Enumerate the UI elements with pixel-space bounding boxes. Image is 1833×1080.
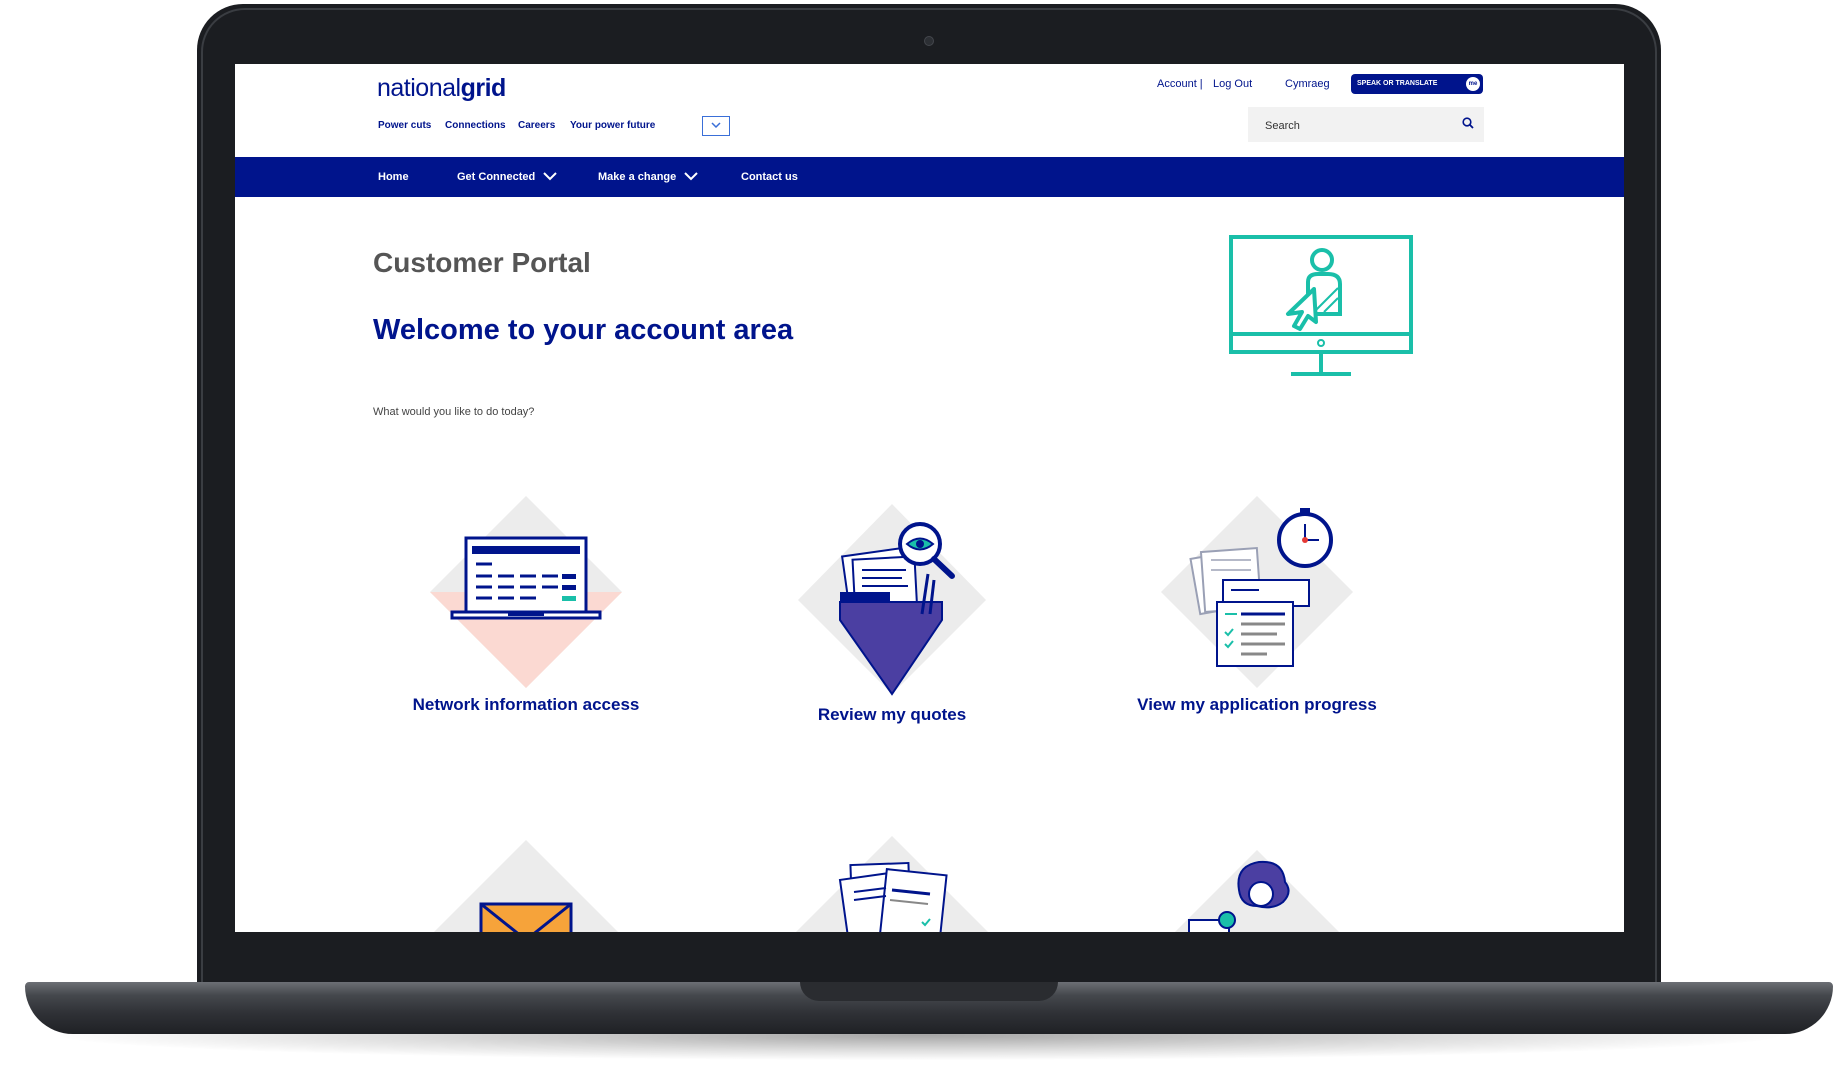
tile-person[interactable] [1127, 850, 1387, 932]
stopwatch-documents-icon [1161, 496, 1353, 688]
tile-label: Network information access [412, 695, 640, 714]
main-nav-contact-us[interactable]: Contact us [741, 157, 798, 197]
tile-label: View my application progress [1137, 695, 1377, 714]
envelope-icon [434, 840, 618, 932]
page-subtitle: What would you like to do today? [373, 406, 535, 418]
documents-icon [796, 836, 988, 932]
main-nav: Home Get Connected Make a change Contact… [235, 157, 1624, 197]
speak-or-translate-button[interactable]: SPEAK OR TRANSLATE me [1351, 74, 1483, 94]
main-nav-make-a-change[interactable]: Make a change [598, 157, 698, 197]
util-nav-more-toggle[interactable] [702, 116, 730, 136]
tile-art [762, 504, 1022, 704]
util-nav-connections[interactable]: Connections [445, 120, 506, 131]
national-grid-logo[interactable]: nationalgrid [377, 74, 506, 103]
logo-text-bold: grid [460, 74, 507, 102]
util-nav-your-power-future[interactable]: Your power future [570, 120, 655, 131]
search-field[interactable] [1248, 107, 1484, 144]
logo-text-regular: national [377, 74, 461, 102]
browser-viewport: nationalgrid Account | Log Out Cymraeg S… [235, 64, 1624, 932]
tile-art [1127, 850, 1387, 932]
main-nav-get-connected[interactable]: Get Connected [457, 157, 557, 197]
tile-review-my-quotes[interactable]: Review my quotes [762, 504, 1022, 725]
main-nav-contact-us-label: Contact us [741, 171, 798, 183]
main-nav-get-connected-label: Get Connected [457, 171, 536, 183]
util-nav-careers[interactable]: Careers [518, 120, 555, 131]
webcam [924, 36, 934, 46]
laptop-notch [800, 982, 1058, 1001]
recite-me-icon: me [1466, 77, 1480, 91]
welcome-heading: Welcome to your account area [373, 314, 794, 346]
tile-documents[interactable] [762, 834, 1022, 932]
account-link[interactable]: Account | [1157, 78, 1203, 90]
tile-network-information-access[interactable]: Network information access [396, 494, 656, 715]
main-nav-home[interactable]: Home [378, 157, 409, 197]
page-title: Customer Portal [373, 247, 591, 278]
main-nav-make-a-change-label: Make a change [598, 171, 677, 183]
tile-art [396, 494, 656, 694]
tile-art [1127, 494, 1387, 694]
search-icon[interactable] [1462, 117, 1474, 129]
tile-art [762, 834, 1022, 932]
util-nav-power-cuts[interactable]: Power cuts [378, 120, 431, 131]
search-input[interactable] [1248, 107, 1457, 144]
tile-view-my-application-progress[interactable]: View my application progress [1127, 494, 1387, 715]
logout-link[interactable]: Log Out [1213, 78, 1252, 90]
chevron-down-icon [684, 171, 698, 181]
chevron-down-icon [711, 122, 721, 129]
monitor-user-illustration-icon [1229, 235, 1413, 376]
speak-button-label: SPEAK OR TRANSLATE [1357, 80, 1438, 87]
tile-art [396, 840, 656, 932]
tile-label: Review my quotes [817, 705, 967, 724]
cymraeg-language-link[interactable]: Cymraeg [1285, 78, 1330, 90]
person-avatar-icon [1175, 850, 1339, 932]
laptop-icon [430, 496, 622, 688]
folder-magnifier-icon [798, 504, 986, 696]
main-nav-home-label: Home [378, 171, 409, 183]
chevron-down-icon [543, 171, 557, 181]
tile-envelope[interactable] [396, 840, 656, 932]
